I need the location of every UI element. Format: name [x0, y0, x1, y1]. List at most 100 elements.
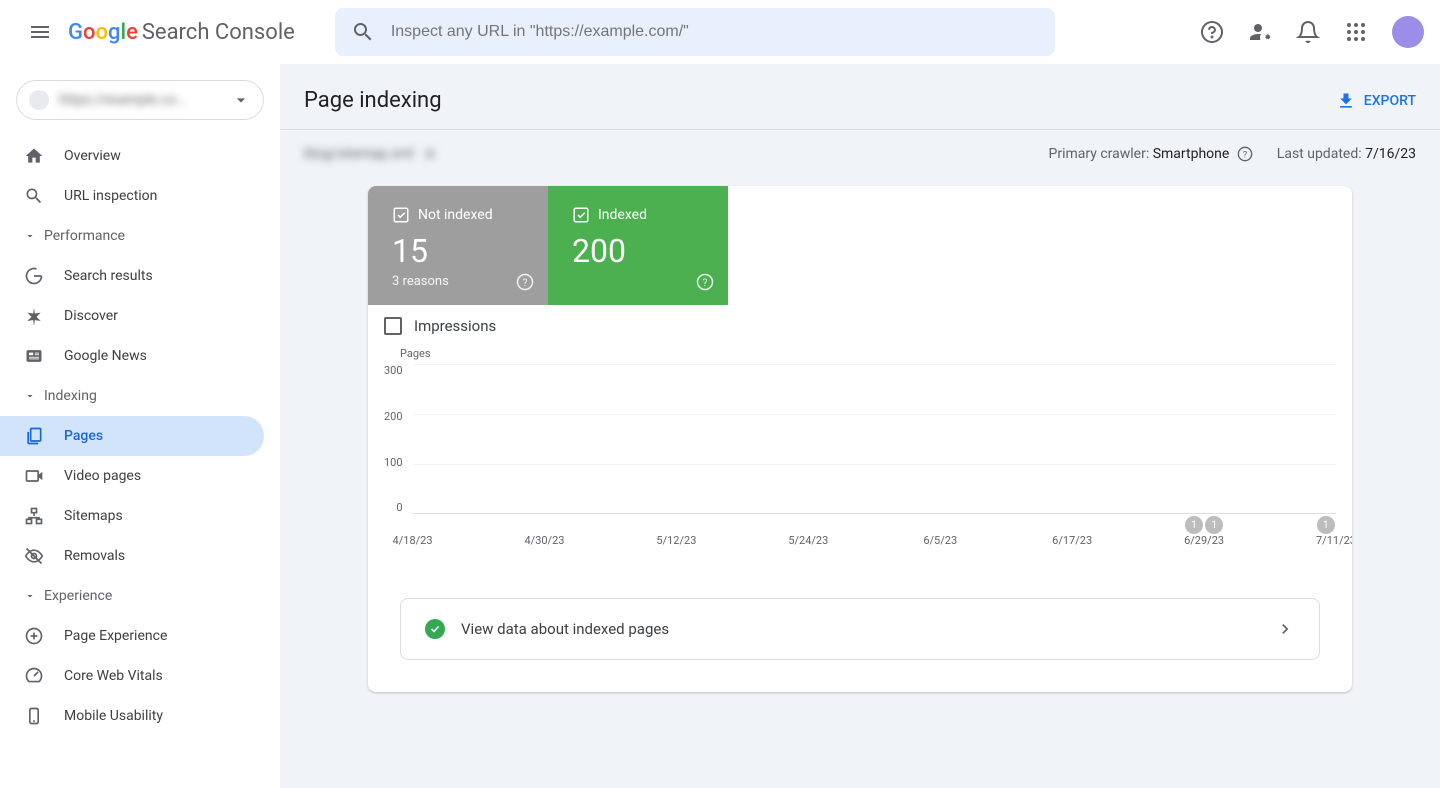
search-input[interactable] — [391, 23, 1039, 41]
home-icon — [24, 146, 44, 166]
main-header: Page indexing EXPORT — [280, 64, 1440, 130]
crawler-value: Smartphone — [1153, 146, 1230, 162]
close-icon — [422, 146, 438, 162]
nav-mobile-usability[interactable]: Mobile Usability — [0, 696, 280, 736]
svg-text:?: ? — [703, 276, 708, 289]
status-tabs: Not indexed 15 3 reasons ? Indexed 200 ? — [368, 186, 1352, 305]
search-icon — [351, 20, 375, 44]
chevron-right-icon — [1275, 619, 1295, 639]
export-button[interactable]: EXPORT — [1336, 91, 1416, 111]
pages-icon — [24, 426, 44, 446]
filter-label: blog/sitemap.xml — [304, 146, 414, 162]
main-content: Page indexing EXPORT blog/sitemap.xml Pr… — [280, 64, 1440, 788]
primary-crawler: Primary crawler: Smartphone ? — [1049, 146, 1253, 162]
view-indexed-data-link[interactable]: View data about indexed pages — [400, 598, 1320, 660]
chart-bars — [413, 364, 1336, 514]
nav-google-news[interactable]: Google News — [0, 336, 280, 376]
chart-x-axis: 4/18/234/30/235/12/235/24/236/5/236/17/2… — [413, 534, 1336, 550]
nav-label: Discover — [64, 308, 118, 324]
nav-label: Mobile Usability — [64, 708, 163, 724]
chart-y-label: Pages — [400, 347, 1336, 360]
property-favicon — [29, 90, 49, 110]
url-search-bar[interactable] — [335, 8, 1055, 56]
help-icon[interactable]: ? — [1237, 146, 1253, 162]
nav-sitemaps[interactable]: Sitemaps — [0, 496, 280, 536]
nav-label: Core Web Vitals — [64, 668, 163, 684]
help-icon — [1200, 20, 1224, 44]
section-experience[interactable]: Experience — [0, 576, 280, 616]
nav-label: Video pages — [64, 468, 141, 484]
video-icon — [24, 466, 44, 486]
header-actions — [1192, 12, 1424, 52]
nav-label: URL inspection — [64, 188, 157, 204]
filter-pill[interactable]: blog/sitemap.xml — [304, 146, 438, 162]
nav-core-web-vitals[interactable]: Core Web Vitals — [0, 656, 280, 696]
chevron-down-icon — [24, 390, 36, 402]
product-name: Search Console — [142, 20, 295, 45]
property-label: https://example.co... — [59, 92, 231, 108]
notifications-button[interactable] — [1288, 12, 1328, 52]
updated-value: 7/16/23 — [1365, 146, 1416, 162]
bell-icon — [1296, 20, 1320, 44]
globe-plus-icon — [24, 626, 44, 646]
apps-button[interactable] — [1336, 12, 1376, 52]
google-g-icon — [24, 266, 44, 286]
nav-overview[interactable]: Overview — [0, 136, 280, 176]
nav-pages[interactable]: Pages — [0, 416, 264, 456]
svg-text:?: ? — [523, 276, 528, 289]
section-performance[interactable]: Performance — [0, 216, 280, 256]
not-indexed-count: 15 — [392, 232, 524, 270]
search-icon — [24, 186, 44, 206]
nav-label: Overview — [64, 148, 121, 164]
property-selector[interactable]: https://example.co... — [16, 80, 264, 120]
updated-label: Last updated: — [1277, 146, 1365, 162]
speedometer-icon — [24, 666, 44, 686]
section-label: Performance — [44, 228, 125, 244]
chart-y-axis: 3002001000 — [384, 364, 413, 514]
section-indexing[interactable]: Indexing — [0, 376, 280, 416]
sub-header: blog/sitemap.xml Primary crawler: Smartp… — [280, 130, 1440, 178]
nav-url-inspection[interactable]: URL inspection — [0, 176, 280, 216]
nav-label: Pages — [64, 428, 103, 444]
checkbox-checked-icon — [572, 206, 590, 224]
help-button[interactable] — [1192, 12, 1232, 52]
menu-icon — [28, 20, 52, 44]
nav-label: Search results — [64, 268, 153, 284]
impressions-label: Impressions — [414, 317, 496, 335]
tab-not-indexed[interactable]: Not indexed 15 3 reasons ? — [368, 186, 548, 305]
google-logo: Google — [68, 20, 138, 45]
export-label: EXPORT — [1364, 93, 1416, 109]
svg-text:?: ? — [1243, 150, 1248, 161]
news-icon — [24, 346, 44, 366]
chevron-down-icon — [231, 90, 251, 110]
help-icon[interactable]: ? — [516, 273, 534, 291]
last-updated: Last updated: 7/16/23 — [1277, 146, 1416, 162]
nav-search-results[interactable]: Search results — [0, 256, 280, 296]
nav-page-experience[interactable]: Page Experience — [0, 616, 280, 656]
not-indexed-reasons: 3 reasons — [392, 274, 524, 289]
nav-label: Google News — [64, 348, 147, 364]
nav-label: Removals — [64, 548, 125, 564]
user-avatar[interactable] — [1392, 16, 1424, 48]
app-header: Google Search Console — [0, 0, 1440, 64]
mobile-icon — [24, 706, 44, 726]
menu-button[interactable] — [16, 8, 64, 56]
help-icon[interactable]: ? — [696, 273, 714, 291]
page-title: Page indexing — [304, 88, 442, 113]
logo[interactable]: Google Search Console — [68, 20, 295, 45]
chart-area: Pages 3002001000 111 4/18/234/30/235/12/… — [368, 347, 1352, 574]
impressions-toggle[interactable]: Impressions — [368, 305, 1352, 347]
nav-video-pages[interactable]: Video pages — [0, 456, 280, 496]
crawler-label: Primary crawler: — [1049, 146, 1153, 162]
tab-indexed[interactable]: Indexed 200 ? — [548, 186, 728, 305]
download-icon — [1336, 91, 1356, 111]
sidebar: https://example.co... Overview URL inspe… — [0, 64, 280, 788]
nav-label: Sitemaps — [64, 508, 123, 524]
users-settings-button[interactable] — [1240, 12, 1280, 52]
nav-removals[interactable]: Removals — [0, 536, 280, 576]
chevron-down-icon — [24, 590, 36, 602]
nav-label: Page Experience — [64, 628, 167, 644]
eye-off-icon — [24, 546, 44, 566]
nav-discover[interactable]: Discover — [0, 296, 280, 336]
chevron-down-icon — [24, 230, 36, 242]
